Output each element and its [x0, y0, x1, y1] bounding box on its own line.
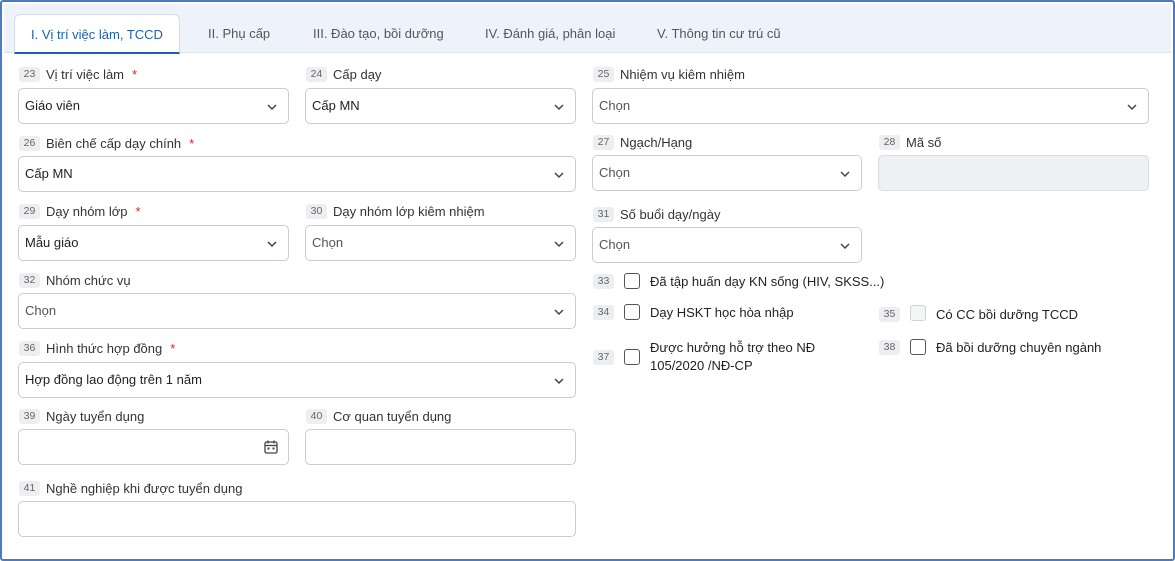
ho-tro-nd-105-checkbox[interactable]: [624, 349, 640, 365]
label-nhiem-vu-kiem-nhiem: 25 Nhiệm vụ kiêm nhiệm: [593, 65, 745, 83]
field-number: 28: [879, 134, 900, 150]
label-hinh-thuc-hop-dong: 36 Hình thức hợp đồng *: [19, 339, 175, 357]
tab-phu-cap[interactable]: II. Phụ cấp: [192, 14, 286, 54]
checkbox-row-ho-tro-nd-105[interactable]: 37 Được hưởng hỗ trợ theo NĐ 105/2020 /N…: [593, 339, 815, 375]
day-nhom-lop-kiem-nhiem-select[interactable]: Chọn: [305, 225, 576, 261]
field-number: 35: [879, 307, 900, 322]
label-nhom-chuc-vu: 32 Nhóm chức vụ: [19, 271, 131, 289]
label-cap-day: 24 Cấp dạy: [306, 65, 381, 83]
checkbox-row-day-hskt[interactable]: 34 Dạy HSKT học hòa nhập: [593, 304, 794, 322]
bien-che-cap-day-chinh-select[interactable]: Cấp MN: [18, 156, 576, 192]
field-number: 37: [593, 350, 614, 365]
hinh-thuc-hop-dong-select[interactable]: Hợp đồng lao động trên 1 năm: [18, 362, 576, 398]
co-quan-tuyen-dung-input[interactable]: [305, 429, 576, 465]
chevron-down-icon: [267, 104, 277, 111]
ngach-hang-select[interactable]: Chọn: [592, 155, 862, 191]
field-number: 41: [19, 480, 40, 496]
field-number: 24: [306, 66, 327, 82]
field-number: 23: [19, 66, 40, 82]
tab-dao-tao[interactable]: III. Đào tạo, bồi dưỡng: [297, 14, 460, 54]
label-day-nhom-lop-kiem-nhiem: 30 Dạy nhóm lớp kiêm nhiệm: [306, 202, 485, 220]
day-hskt-checkbox[interactable]: [624, 304, 640, 320]
label-co-quan-tuyen-dung: 40 Cơ quan tuyển dụng: [306, 407, 451, 425]
checkbox-row-boi-duong-chuyen-nganh[interactable]: 38 Đã bồi dưỡng chuyên ngành: [879, 339, 1101, 357]
field-number: 38: [879, 340, 900, 355]
nhom-chuc-vu-select[interactable]: Chọn: [18, 293, 576, 329]
field-number: 40: [306, 408, 327, 424]
label-nghe-nghiep-tuyen-dung: 41 Nghề nghiệp khi được tuyển dụng: [19, 479, 242, 497]
label-so-buoi-day: 31 Số buổi dạy/ngày: [593, 205, 720, 223]
chevron-down-icon: [554, 241, 564, 248]
field-number: 32: [19, 272, 40, 288]
label-day-nhom-lop: 29 Dạy nhóm lớp *: [19, 202, 141, 220]
tap-huan-kn-song-checkbox[interactable]: [624, 273, 640, 289]
required-marker: *: [132, 66, 138, 82]
field-number: 34: [593, 305, 614, 320]
cap-day-select[interactable]: Cấp MN: [305, 88, 576, 124]
chevron-down-icon: [267, 241, 277, 248]
tab-thong-tin-cu-tru[interactable]: V. Thông tin cư trú cũ: [641, 14, 797, 54]
checkbox-row-tap-huan-kn-song[interactable]: 33 Đã tập huấn dạy KN sống (HIV, SKSS...…: [593, 273, 884, 291]
chevron-down-icon: [554, 309, 564, 316]
calendar-icon[interactable]: [263, 439, 279, 455]
label-ngay-tuyen-dung: 39 Ngày tuyển dụng: [19, 407, 144, 425]
chevron-down-icon: [554, 172, 564, 179]
label-ngach-hang: 27 Ngạch/Hạng: [593, 133, 692, 151]
field-number: 36: [19, 340, 40, 356]
field-number: 31: [593, 206, 614, 222]
so-buoi-day-select[interactable]: Chọn: [592, 227, 862, 263]
field-number: 30: [306, 203, 327, 219]
day-nhom-lop-select[interactable]: Mẫu giáo: [18, 225, 289, 261]
field-number: 25: [593, 66, 614, 82]
chevron-down-icon: [554, 104, 564, 111]
chevron-down-icon: [554, 378, 564, 385]
label-bien-che-cap-day-chinh: 26 Biên chế cấp dạy chính *: [19, 134, 194, 152]
tab-danh-gia[interactable]: IV. Đánh giá, phân loại: [469, 14, 631, 54]
field-number: 26: [19, 135, 40, 151]
form-frame: I. Vị trí việc làm, TCCD II. Phụ cấp III…: [0, 0, 1175, 561]
tab-vi-tri-viec-lam[interactable]: I. Vị trí việc làm, TCCD: [14, 14, 180, 54]
required-marker: *: [135, 203, 141, 219]
nghe-nghiep-tuyen-dung-input[interactable]: [18, 501, 576, 537]
tab-bar: I. Vị trí việc làm, TCCD II. Phụ cấp III…: [4, 4, 1171, 54]
boi-duong-chuyen-nganh-checkbox[interactable]: [910, 339, 926, 355]
ngay-tuyen-dung-input[interactable]: [18, 429, 289, 465]
required-marker: *: [170, 340, 176, 356]
nhiem-vu-kiem-nhiem-select[interactable]: Chọn: [592, 88, 1149, 124]
chevron-down-icon: [840, 171, 850, 178]
chevron-down-icon: [1127, 104, 1137, 111]
field-number: 33: [593, 274, 614, 289]
field-number: 27: [593, 134, 614, 150]
required-marker: *: [189, 135, 195, 151]
label-ma-so: 28 Mã số: [879, 133, 941, 151]
ma-so-input: [878, 155, 1149, 191]
chevron-down-icon: [840, 243, 850, 250]
field-number: 29: [19, 203, 40, 219]
field-number: 39: [19, 408, 40, 424]
label-vi-tri-viec-lam: 23 Vị trí việc làm *: [19, 65, 137, 83]
vi-tri-viec-lam-select[interactable]: Giáo viên: [18, 88, 289, 124]
cc-boi-duong-tccd-checkbox: [910, 305, 926, 321]
checkbox-row-cc-boi-duong-tccd: 35 Có CC bồi dưỡng TCCD: [879, 305, 1078, 324]
